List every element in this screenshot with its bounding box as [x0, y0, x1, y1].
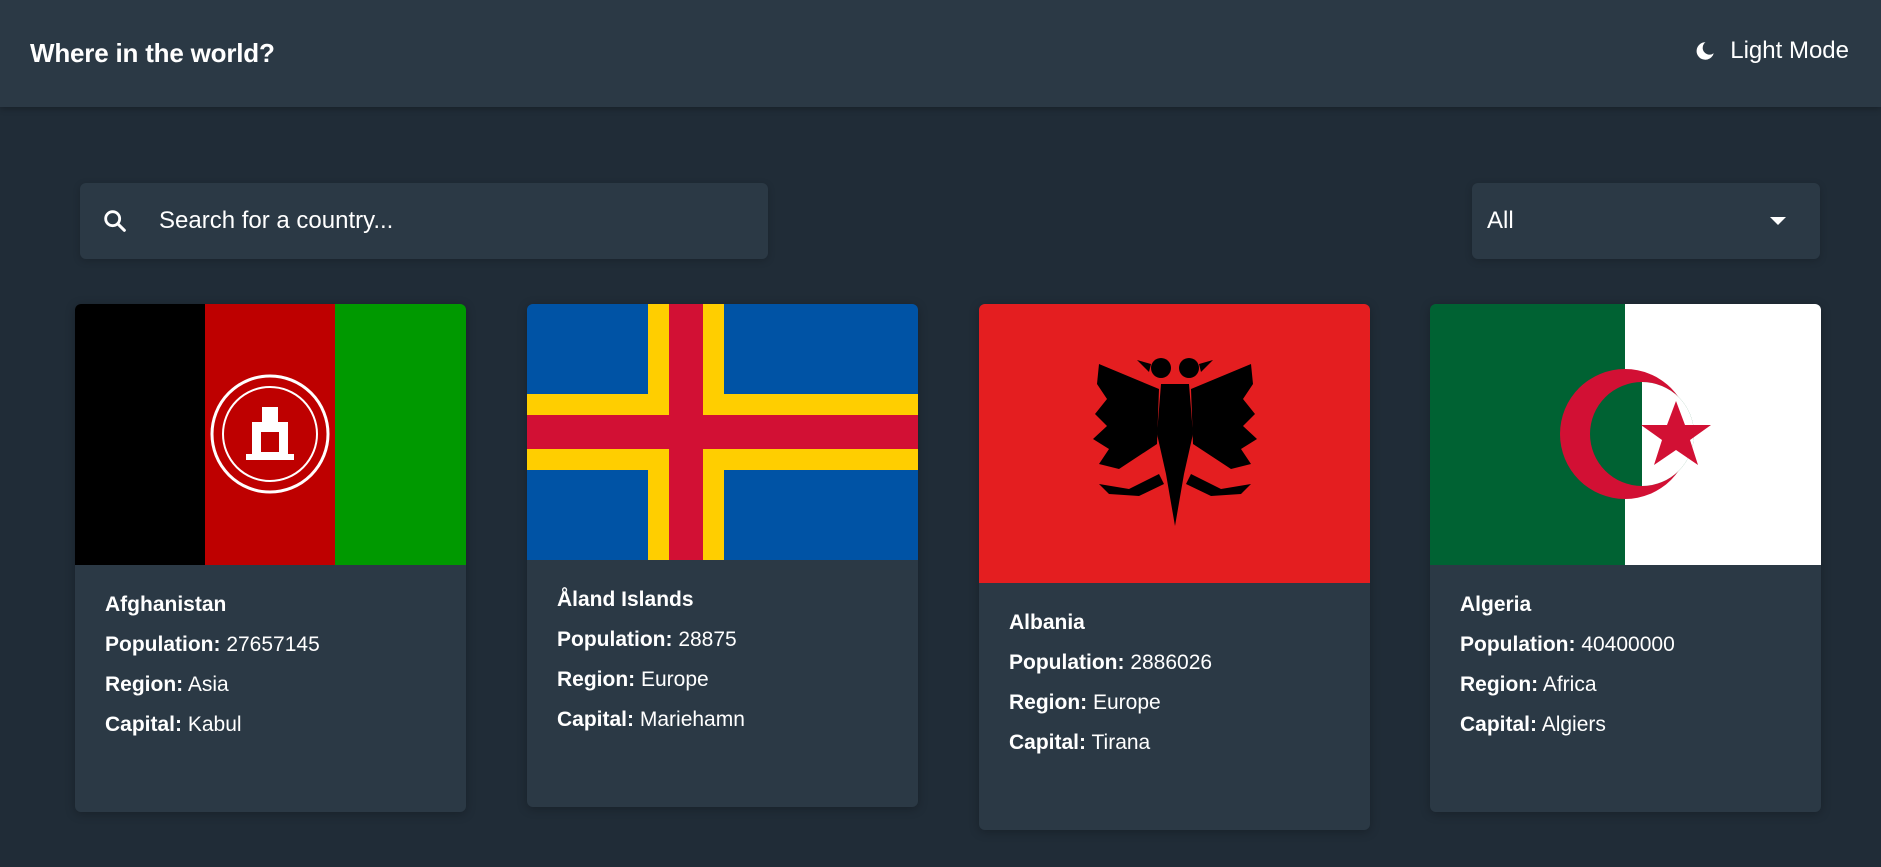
population-label: Population: — [1009, 651, 1125, 674]
country-name: Albania — [1009, 611, 1085, 634]
population-value: 40400000 — [1581, 633, 1675, 656]
algeria-flag — [1430, 304, 1821, 565]
capital-label: Capital: — [1460, 713, 1538, 736]
region-row: Region: Europe — [1009, 691, 1340, 715]
population-value: 28875 — [678, 628, 737, 651]
population-label: Population: — [105, 633, 221, 656]
region-row: Region: Asia — [105, 673, 436, 697]
afghanistan-flag — [75, 304, 466, 565]
population-value: 27657145 — [226, 633, 320, 656]
region-value: Africa — [1542, 673, 1597, 696]
population-row: Population: 2886026 — [1009, 651, 1340, 675]
moon-icon — [1696, 42, 1714, 60]
region-filter-value: All — [1487, 207, 1514, 234]
region-filter-select[interactable]: All — [1472, 183, 1820, 259]
search-input[interactable] — [157, 206, 768, 236]
capital-label: Capital: — [1009, 731, 1087, 754]
region-label: Region: — [1460, 673, 1539, 696]
country-card[interactable]: Albania Population: 2886026 Region: Euro… — [979, 304, 1370, 830]
controls-bar: All — [80, 183, 1820, 259]
capital-row: Capital: Mariehamn — [557, 708, 888, 732]
country-card[interactable]: Afghanistan Population: 27657145 Region:… — [75, 304, 466, 812]
region-value: Europe — [641, 668, 709, 691]
population-label: Population: — [1460, 633, 1576, 656]
aland-islands-flag — [527, 304, 918, 560]
country-name: Åland Islands — [557, 588, 694, 611]
region-row: Region: Europe — [557, 668, 888, 692]
region-row: Region: Africa — [1460, 673, 1791, 697]
app-header: Where in the world? Light Mode — [0, 0, 1881, 107]
capital-label: Capital: — [557, 708, 635, 731]
country-name: Algeria — [1460, 593, 1532, 616]
capital-row: Capital: Tirana — [1009, 731, 1340, 755]
population-label: Population: — [557, 628, 673, 651]
population-row: Population: 28875 — [557, 628, 888, 652]
population-value: 2886026 — [1130, 651, 1213, 674]
region-label: Region: — [1009, 691, 1088, 714]
population-row: Population: 40400000 — [1460, 633, 1791, 657]
search-box[interactable] — [80, 183, 768, 259]
search-icon — [104, 210, 126, 232]
capital-value: Kabul — [187, 713, 242, 736]
app-title: Where in the world? — [30, 38, 275, 68]
albania-flag — [979, 304, 1370, 583]
region-label: Region: — [105, 673, 184, 696]
region-value: Europe — [1093, 691, 1161, 714]
capital-value: Mariehamn — [639, 708, 745, 731]
capital-row: Capital: Algiers — [1460, 713, 1791, 737]
region-value: Asia — [187, 673, 229, 696]
theme-toggle-label: Light Mode — [1730, 37, 1849, 64]
capital-value: Algiers — [1541, 713, 1606, 736]
region-label: Region: — [557, 668, 636, 691]
capital-row: Capital: Kabul — [105, 713, 436, 737]
country-card[interactable]: Algeria Population: 40400000 Region: Afr… — [1430, 304, 1821, 812]
country-name: Afghanistan — [105, 593, 227, 616]
capital-value: Tirana — [1091, 731, 1151, 754]
theme-toggle-button[interactable]: Light Mode — [1694, 37, 1849, 65]
country-card[interactable]: Åland Islands Population: 28875 Region: … — [527, 304, 918, 807]
capital-label: Capital: — [105, 713, 183, 736]
population-row: Population: 27657145 — [105, 633, 436, 657]
caret-down-icon — [1770, 217, 1786, 225]
